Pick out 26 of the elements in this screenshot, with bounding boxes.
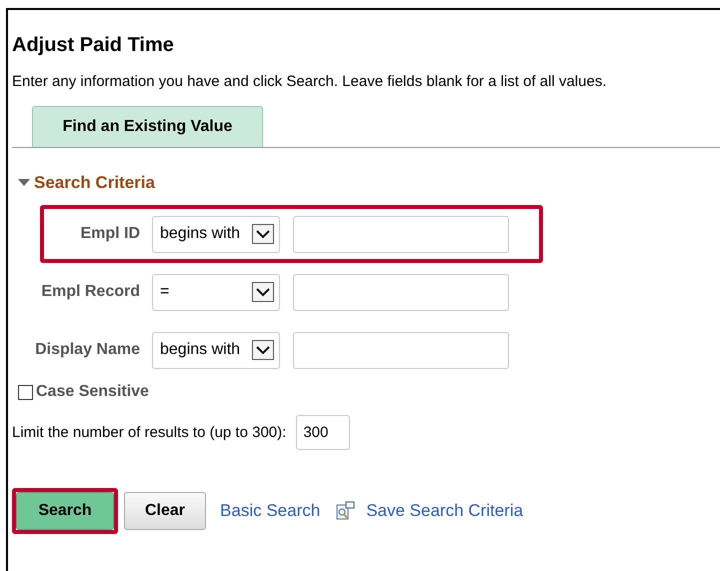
operator-dropdown[interactable]: begins with xyxy=(152,216,280,252)
value-input[interactable] xyxy=(293,274,509,310)
caret-icon xyxy=(252,340,274,360)
field-label: Empl Record xyxy=(40,283,140,301)
page-title: Adjust Paid Time xyxy=(12,34,175,58)
operator-dropdown[interactable]: = xyxy=(152,274,280,310)
field-label: Empl ID xyxy=(79,225,140,243)
limit-label: Limit the number of results to (up to 300): xyxy=(12,424,286,441)
link[interactable]: Save Search Criteria xyxy=(366,501,524,521)
caret-icon xyxy=(252,282,274,302)
operator-dropdown[interactable]: begins with xyxy=(152,332,280,368)
section-heading[interactable]: Search Criteria xyxy=(34,173,155,193)
field-label: Display Name xyxy=(34,341,140,359)
value-input[interactable] xyxy=(293,332,509,368)
link[interactable]: Basic Search xyxy=(220,501,320,521)
limit-input[interactable]: 300 xyxy=(296,415,350,450)
value-input[interactable] xyxy=(293,216,509,252)
checkbox-label: Case Sensitive xyxy=(36,383,149,401)
collapse-triangle-icon[interactable] xyxy=(18,179,30,187)
document-icon[interactable] xyxy=(336,501,356,521)
checkbox[interactable] xyxy=(18,384,33,400)
search-button[interactable]: Search xyxy=(16,492,114,530)
caret-icon xyxy=(252,224,274,244)
instructions-text: Enter any information you have and click Search. Leave fields blank for a list of all values. xyxy=(12,73,608,90)
tab[interactable]: Find an Existing Value xyxy=(32,106,263,147)
clear-button[interactable]: Clear xyxy=(124,492,206,530)
